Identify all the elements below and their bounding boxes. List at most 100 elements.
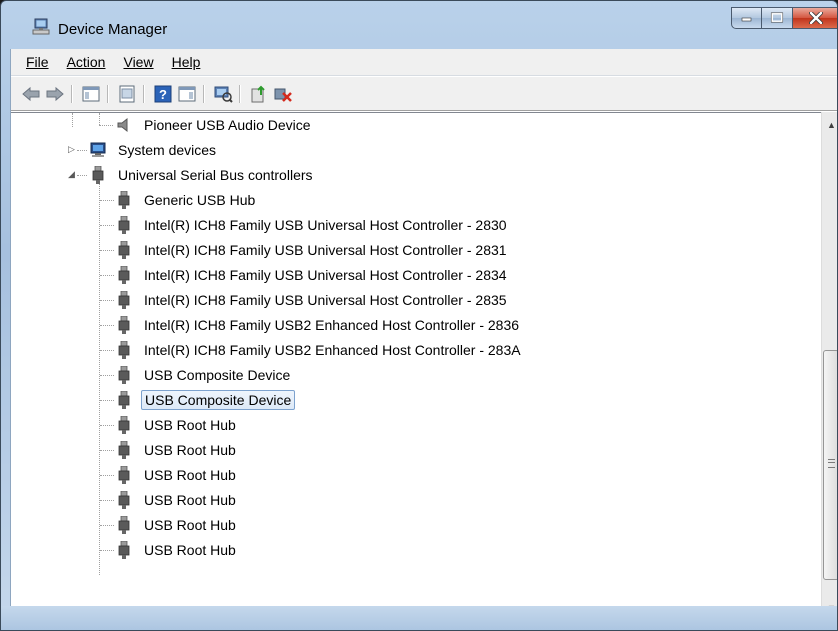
scan-hardware-icon[interactable]	[213, 84, 233, 104]
show-hide-console-tree-icon[interactable]	[81, 84, 101, 104]
usb-plug-icon	[115, 316, 133, 334]
speaker-icon	[115, 116, 133, 134]
tree-item-label: USB Root Hub	[144, 417, 236, 433]
tree-line	[72, 113, 74, 127]
usb-plug-icon	[115, 341, 133, 359]
collapse-arrow-icon[interactable]: ◢	[67, 170, 76, 179]
menu-file-label: File	[26, 54, 49, 70]
back-icon[interactable]	[21, 84, 41, 104]
toolbar-separator	[239, 85, 241, 103]
minimize-icon	[741, 17, 751, 22]
help-icon[interactable]: ?	[153, 84, 173, 104]
tree-item-label: USB Root Hub	[144, 442, 236, 458]
toolbar-separator	[143, 85, 145, 103]
scrollbar-thumb[interactable]	[823, 350, 837, 580]
tree-item-label: Generic USB Hub	[144, 192, 256, 208]
tree-item[interactable]: USB Composite Device	[115, 363, 293, 387]
usb-plug-icon	[115, 466, 133, 484]
tree-item[interactable]: USB Root Hub	[115, 413, 239, 437]
tree-item[interactable]: System devices	[89, 138, 219, 162]
tree-line	[100, 200, 114, 202]
usb-plug-icon	[115, 191, 133, 209]
tree-item-label: System devices	[118, 142, 217, 158]
tree-item[interactable]: USB Root Hub	[115, 463, 239, 487]
tree-item[interactable]: Intel(R) ICH8 Family USB2 Enhanced Host …	[115, 313, 522, 337]
tree-item[interactable]: Pioneer USB Audio Device	[115, 113, 314, 137]
vertical-scrollbar[interactable]: ▲ ▼	[821, 112, 837, 620]
tree-line	[77, 175, 87, 177]
close-button[interactable]	[793, 7, 837, 29]
tree-item-label: USB Root Hub	[144, 492, 236, 508]
tree-item-label: USB Composite Device	[144, 367, 291, 383]
usb-plug-icon	[115, 516, 133, 534]
uninstall-device-icon[interactable]	[273, 84, 293, 104]
expand-arrow-icon[interactable]: ▷	[67, 145, 76, 154]
tree-item[interactable]: Intel(R) ICH8 Family USB Universal Host …	[115, 213, 510, 237]
tree-line	[77, 150, 87, 152]
device-tree[interactable]: ▷ ◢ Pioneer USB Audio Device System devi…	[11, 112, 821, 621]
computer-icon	[89, 141, 107, 159]
client-area: File Action View Help ? ▷ ◢ Pioneer USB …	[10, 49, 837, 630]
tree-item[interactable]: USB Root Hub	[115, 438, 239, 462]
tree-item[interactable]: Intel(R) ICH8 Family USB Universal Host …	[115, 263, 510, 287]
tree-item-label: USB Root Hub	[144, 542, 236, 558]
menu-view[interactable]: View	[114, 51, 162, 73]
forward-icon[interactable]	[45, 84, 65, 104]
tree-line	[100, 225, 114, 227]
tree-line	[100, 350, 114, 352]
scroll-up-arrow-icon[interactable]: ▲	[822, 116, 837, 133]
tree-line	[99, 125, 113, 127]
tree-line	[100, 275, 114, 277]
maximize-button[interactable]	[762, 7, 793, 29]
tree-item[interactable]: Generic USB Hub	[115, 188, 258, 212]
usb-plug-icon	[115, 241, 133, 259]
tree-item-label: Intel(R) ICH8 Family USB Universal Host …	[144, 217, 507, 233]
tree-item-label: Intel(R) ICH8 Family USB Universal Host …	[144, 267, 507, 283]
properties-icon[interactable]	[117, 84, 137, 104]
window-bottom-frame	[1, 606, 837, 630]
tree-line	[100, 525, 114, 527]
tree-item[interactable]: USB Composite Device	[115, 388, 296, 412]
close-icon	[808, 12, 823, 24]
usb-plug-icon	[115, 266, 133, 284]
caption-buttons	[731, 7, 837, 29]
tree-item-label: Pioneer USB Audio Device	[144, 117, 311, 133]
show-action-pane-icon[interactable]	[177, 84, 197, 104]
device-manager-window: Device Manager File Action View Help ? ▷…	[0, 0, 838, 631]
tree-item[interactable]: USB Root Hub	[115, 538, 239, 562]
minimize-button[interactable]	[731, 7, 762, 29]
tree-item-label: USB Root Hub	[144, 517, 236, 533]
update-driver-icon[interactable]	[249, 84, 269, 104]
tree-line	[100, 550, 114, 552]
usb-plug-icon	[115, 391, 133, 409]
toolbar-separator	[71, 85, 73, 103]
tree-item[interactable]: Intel(R) ICH8 Family USB Universal Host …	[115, 288, 510, 312]
device-manager-app-icon	[32, 17, 52, 37]
tree-item[interactable]: USB Root Hub	[115, 513, 239, 537]
title-bar[interactable]: Device Manager	[1, 1, 837, 41]
menu-help[interactable]: Help	[163, 51, 210, 73]
tree-item[interactable]: USB Root Hub	[115, 488, 239, 512]
tree-item[interactable]: Universal Serial Bus controllers	[89, 163, 316, 187]
usb-plug-icon	[115, 541, 133, 559]
maximize-icon	[770, 12, 784, 23]
tree-line	[100, 250, 114, 252]
menu-view-label: View	[123, 54, 154, 70]
usb-plug-icon	[115, 366, 133, 384]
tree-line	[99, 113, 101, 125]
tree-line	[99, 183, 101, 575]
tree-item[interactable]: Intel(R) ICH8 Family USB2 Enhanced Host …	[115, 338, 524, 362]
menu-bar: File Action View Help	[11, 49, 837, 76]
usb-plug-icon	[115, 441, 133, 459]
tree-line	[100, 475, 114, 477]
menu-file[interactable]: File	[17, 51, 58, 73]
menu-action[interactable]: Action	[58, 51, 115, 73]
svg-text:?: ?	[159, 87, 167, 102]
tree-item[interactable]: Intel(R) ICH8 Family USB Universal Host …	[115, 238, 510, 262]
tree-item-label: Intel(R) ICH8 Family USB Universal Host …	[144, 242, 507, 258]
usb-plug-icon	[115, 291, 133, 309]
usb-plug-icon	[115, 216, 133, 234]
tree-line	[100, 375, 114, 377]
usb-plug-icon	[89, 166, 107, 184]
window-title: Device Manager	[58, 21, 168, 38]
